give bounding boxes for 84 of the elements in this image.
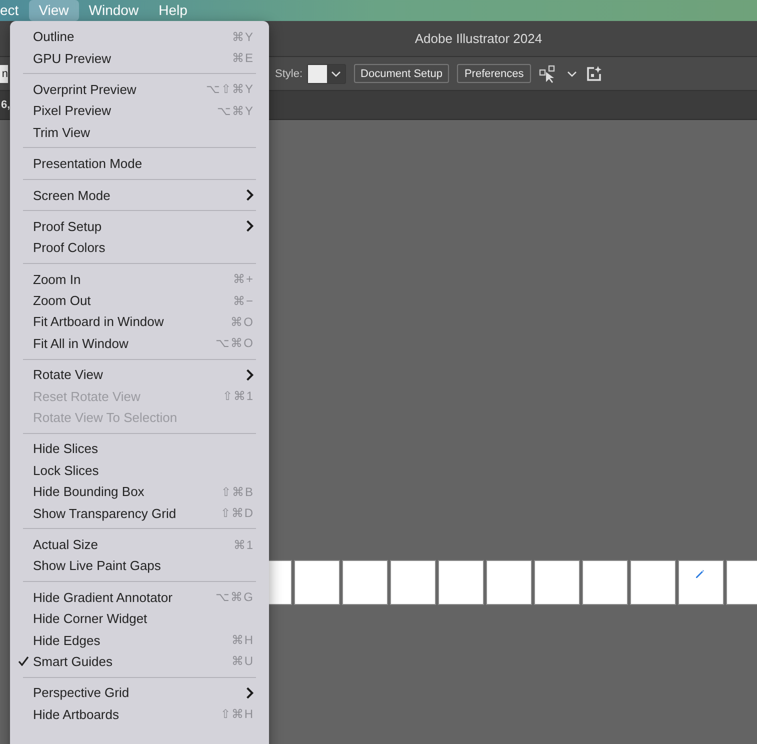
menu-item[interactable]: GPU Preview ⌘E bbox=[10, 47, 269, 69]
menu-item[interactable]: Screen Mode bbox=[10, 184, 269, 206]
menu-item[interactable]: Proof Colors bbox=[10, 237, 269, 259]
menu-item[interactable]: Show Live Paint Gaps bbox=[10, 555, 269, 577]
menu-item-label: GPU Preview bbox=[33, 50, 112, 66]
menu-item[interactable]: Rotate View bbox=[10, 364, 269, 386]
menu-item-label: Hide Artboards bbox=[33, 706, 120, 722]
menu-item-label: Hide Corner Widget bbox=[33, 611, 148, 626]
menu-item-label: Fit Artboard in Window bbox=[33, 314, 165, 330]
shortcut-label: ⌥⇧⌘Y bbox=[206, 82, 254, 96]
shortcut-label: ⌘H bbox=[231, 633, 254, 648]
menu-item-label: Proof Colors bbox=[33, 240, 106, 256]
menu-item-label: Show Transparency Grid bbox=[33, 506, 178, 521]
shortcut-label: ⌘U bbox=[231, 654, 254, 668]
menu-item-label: Hide Edges bbox=[33, 632, 102, 648]
menu-item-label: Rotate View To Selection bbox=[33, 410, 178, 426]
menu-item[interactable]: Perspective Grid bbox=[10, 682, 269, 704]
menu-item[interactable]: Overprint Preview ⌥⇧⌘Y bbox=[10, 78, 269, 100]
shortcut-label: ⇧⌘D bbox=[220, 506, 254, 520]
pencil-icon bbox=[695, 569, 705, 579]
window-title: Adobe Illustrator 2024 bbox=[414, 31, 542, 46]
toolbar-button[interactable]: n bbox=[0, 64, 8, 82]
menu-item-label: Outline bbox=[33, 29, 76, 44]
document-tab[interactable]: 6, bbox=[1, 98, 10, 112]
menu-item[interactable]: Trim View bbox=[10, 122, 269, 143]
menu-item-label: Fit All in Window bbox=[33, 336, 130, 351]
menu-item[interactable]: Hide Corner Widget bbox=[10, 608, 269, 630]
menu-item[interactable]: Hide Bounding Box ⇧⌘B bbox=[10, 481, 269, 502]
menu-item[interactable]: Hide Gradient Annotator ⌥⌘G bbox=[10, 586, 269, 608]
menu-item-label: Smart Guides bbox=[33, 654, 114, 669]
menu-item-label: Reset Rotate View bbox=[33, 388, 142, 404]
menu-item[interactable]: Show Transparency Grid ⇧⌘D bbox=[10, 502, 269, 524]
shortcut-label: ⇧⌘1 bbox=[222, 389, 254, 404]
menu-item[interactable]: Presentation Mode bbox=[10, 152, 269, 174]
menu-item[interactable]: Smart Guides ⌘U bbox=[10, 650, 269, 672]
toolbar-button[interactable]: Preferences bbox=[457, 64, 531, 83]
shortcut-label: ⌥⌘Y bbox=[216, 104, 254, 118]
shortcut-label: ⌥⌘O bbox=[216, 336, 254, 350]
menu-item[interactable]: Zoom In ⌘+ bbox=[10, 268, 269, 290]
checkmark-icon bbox=[18, 656, 29, 666]
chevron-icon bbox=[330, 70, 341, 76]
shortcut-label: ⌘− bbox=[232, 294, 254, 308]
menu-item-label: Actual Size bbox=[33, 537, 100, 552]
sparkle-frame-icon[interactable] bbox=[584, 64, 603, 82]
menu-item[interactable]: Fit Artboard in Window ⌘O bbox=[10, 311, 269, 333]
shortcut-label: ⇧⌘H bbox=[220, 707, 254, 722]
menu-item-label: Zoom Out bbox=[33, 293, 92, 308]
menu-item-label: Hide Gradient Annotator bbox=[33, 590, 174, 605]
style-label: Style: bbox=[275, 68, 303, 80]
menu-item-label: Overprint Preview bbox=[33, 82, 138, 97]
shortcut-label: ⌥⌘G bbox=[216, 590, 254, 604]
shortcut-label: ⇧⌘B bbox=[220, 484, 254, 499]
chevron-icon[interactable] bbox=[566, 70, 577, 76]
menu-item-label: Show Live Paint Gaps bbox=[33, 558, 162, 574]
menu-item-label: Screen Mode bbox=[33, 188, 112, 203]
shortcut-label: ⌘E bbox=[232, 51, 254, 66]
menu-item[interactable]: Proof Setup bbox=[10, 216, 269, 238]
menu-item[interactable]: Hide Edges ⌘H bbox=[10, 629, 269, 651]
menu-item-label: Trim View bbox=[33, 124, 92, 140]
menu-item-label: Hide Slices bbox=[33, 441, 100, 456]
menu-bar-item[interactable]: Window bbox=[78, 0, 149, 21]
menu-item-label: Pixel Preview bbox=[33, 103, 112, 118]
menu-item-label: Proof Setup bbox=[33, 218, 103, 234]
menu-item[interactable]: Fit All in Window ⌥⌘O bbox=[10, 332, 269, 354]
menu-bar-item[interactable]: ect bbox=[0, 0, 29, 21]
menu-item-label: Zoom In bbox=[33, 272, 82, 287]
style-dropdown[interactable] bbox=[306, 64, 346, 84]
menu-item[interactable]: Zoom Out ⌘− bbox=[10, 290, 269, 312]
menu-item-label: Perspective Grid bbox=[33, 685, 130, 700]
menu-item[interactable]: Hide Artboards ⇧⌘H bbox=[10, 704, 269, 725]
menu-item-label: Presentation Mode bbox=[33, 156, 144, 172]
menu-item-label: Lock Slices bbox=[33, 462, 100, 478]
shortcut-label: ⌘Y bbox=[232, 30, 254, 44]
menu-item-label: Rotate View bbox=[33, 367, 104, 382]
menu-item[interactable]: Actual Size ⌘1 bbox=[10, 534, 269, 556]
menu-item[interactable]: Lock Slices bbox=[10, 460, 269, 482]
menu-item[interactable]: Pixel Preview ⌥⌘Y bbox=[10, 100, 269, 122]
menu-item-label: Hide Bounding Box bbox=[33, 484, 146, 500]
shortcut-label: ⌘+ bbox=[232, 272, 254, 286]
shortcut-label: ⌘O bbox=[230, 314, 254, 329]
menu-item[interactable]: Hide Slices bbox=[10, 438, 269, 460]
menu-item[interactable]: Outline ⌘Y bbox=[10, 26, 269, 48]
shortcut-label: ⌘1 bbox=[233, 538, 254, 552]
toolbar-button[interactable]: Document Setup bbox=[354, 64, 450, 83]
